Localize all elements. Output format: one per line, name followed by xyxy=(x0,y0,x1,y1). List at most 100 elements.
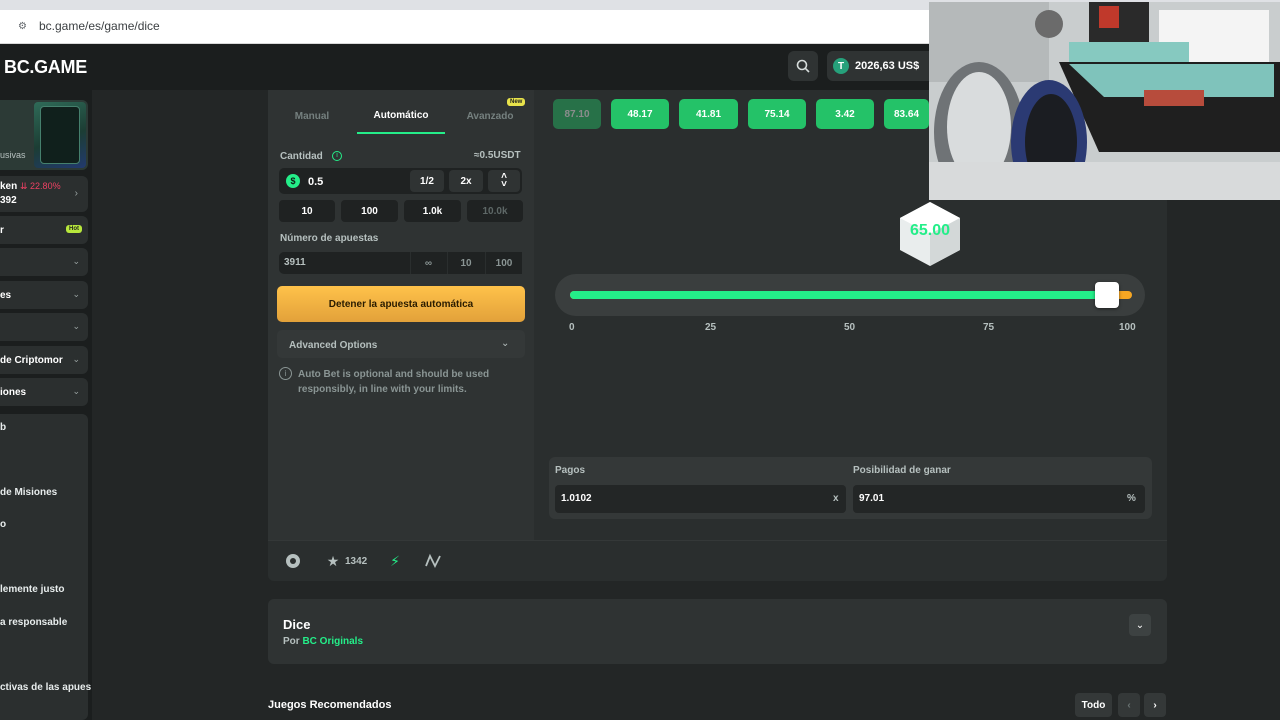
scale-label: 100 xyxy=(1119,322,1136,333)
site-info-icon[interactable]: ⚙ xyxy=(18,21,30,33)
logo[interactable]: BC.GAME xyxy=(4,57,87,78)
hot-badge: Hot xyxy=(66,225,82,233)
sidebar-link-group xyxy=(0,414,88,720)
bets-100[interactable]: 100 xyxy=(485,252,522,274)
info-icon[interactable]: i xyxy=(332,151,342,161)
webcam-overlay xyxy=(929,2,1280,200)
chevron-right-icon: › xyxy=(74,188,78,199)
sidebar-link-club[interactable]: b xyxy=(0,422,6,433)
promo-text: usivas xyxy=(0,150,26,160)
chevron-down-icon: ⌄ xyxy=(72,321,80,331)
sidebar: usivas ken ⇊ 22.80% 392 › r Hot ⌄ es ⌄ ⌄… xyxy=(0,90,92,720)
payout-unit: x xyxy=(833,493,839,504)
bets-infinite[interactable]: ∞ xyxy=(410,252,446,274)
half-button[interactable]: 1/2 xyxy=(410,170,444,192)
history-result[interactable]: 75.14 xyxy=(748,99,806,129)
chance-value[interactable]: 97.01 xyxy=(859,493,884,504)
webcam-image xyxy=(929,2,1280,200)
history-result[interactable]: 83.64 xyxy=(884,99,929,129)
chevron-right-icon: › xyxy=(1153,699,1157,711)
chevron-down-icon: ⌄ xyxy=(72,354,80,364)
sidebar-item-3[interactable]: es ⌄ xyxy=(0,281,88,309)
sidebar-item-label: r xyxy=(0,224,4,236)
sidebar-item-label: es xyxy=(0,289,12,301)
amount-value[interactable]: 0.5 xyxy=(308,176,323,188)
double-button[interactable]: 2x xyxy=(449,170,483,192)
prev-button[interactable]: ‹ xyxy=(1118,693,1140,717)
coin-icon: $ xyxy=(286,174,300,188)
star-icon[interactable]: ★ xyxy=(325,553,341,569)
quick-amount-1k[interactable]: 1.0k xyxy=(404,200,461,222)
new-badge: New xyxy=(507,98,526,106)
scale-label: 50 xyxy=(844,322,856,333)
sidebar-link-missions[interactable]: de Misiones xyxy=(0,487,57,498)
history-result[interactable]: 87.10 xyxy=(553,99,601,129)
sidebar-item-hot[interactable]: r Hot xyxy=(0,216,88,244)
quick-amount-100[interactable]: 100 xyxy=(341,200,398,222)
token-change-value: 22.80% xyxy=(30,181,61,191)
token-name: ken xyxy=(0,181,18,192)
history-result[interactable]: 48.17 xyxy=(611,99,669,129)
sidebar-link-responsible[interactable]: a responsable xyxy=(0,617,67,628)
sidebar-item-4[interactable]: ⌄ xyxy=(0,313,88,341)
sidebar-link-provably-fair[interactable]: lemente justo xyxy=(0,584,64,595)
advanced-options-label: Advanced Options xyxy=(289,340,378,351)
balance-display[interactable]: T 2026,63 US$ xyxy=(827,51,937,81)
game-provider: Por BC Originals xyxy=(283,636,363,647)
provider-link[interactable]: BC Originals xyxy=(302,636,363,647)
favorite-count: 1342 xyxy=(345,556,368,567)
scale-label: 75 xyxy=(983,322,995,333)
token-value: 392 xyxy=(0,195,17,206)
search-icon xyxy=(796,59,810,73)
bets-value[interactable]: 3911 xyxy=(284,257,306,268)
sidebar-item-crypto[interactable]: de Criptomor ⌄ xyxy=(0,346,88,374)
settings-icon[interactable] xyxy=(285,553,301,569)
chance-input[interactable] xyxy=(853,485,1145,513)
history-result[interactable]: 41.81 xyxy=(679,99,738,129)
chevron-left-icon: ‹ xyxy=(1127,699,1131,711)
chance-unit: % xyxy=(1127,493,1136,504)
lightning-icon[interactable]: ⚡ xyxy=(387,553,403,569)
tab-auto[interactable]: Automático xyxy=(357,98,445,134)
chevron-down-icon: ⌄ xyxy=(72,386,80,396)
chevron-down-icon[interactable]: ˅ xyxy=(501,180,507,190)
promo-card[interactable]: usivas xyxy=(0,100,88,170)
bets-10[interactable]: 10 xyxy=(447,252,484,274)
scale-label: 25 xyxy=(705,322,717,333)
chevron-down-icon: ⌄ xyxy=(72,256,80,266)
amount-label: Cantidad xyxy=(280,151,323,162)
promo-phone-image xyxy=(40,106,80,164)
payout-input[interactable] xyxy=(555,485,846,513)
amount-stepper[interactable]: ˄ ˅ xyxy=(488,170,520,192)
sidebar-item-2[interactable]: ⌄ xyxy=(0,248,88,276)
chevron-down-icon: ⌄ xyxy=(501,338,510,349)
sidebar-item-label: iones xyxy=(0,386,27,398)
search-button[interactable] xyxy=(788,51,818,81)
bets-label: Número de apuestas xyxy=(280,233,379,244)
info-icon: i xyxy=(279,367,292,380)
token-price-item[interactable]: ken ⇊ 22.80% 392 › xyxy=(0,176,88,212)
token-change: ⇊ 22.80% xyxy=(20,181,61,191)
quick-amount-10k[interactable]: 10.0k xyxy=(467,200,523,222)
by-prefix: Por xyxy=(283,636,300,647)
chart-icon[interactable] xyxy=(425,553,441,569)
sidebar-link-betting-rules[interactable]: ctivas de las apues xyxy=(0,682,91,693)
tab-manual[interactable]: Manual xyxy=(268,98,356,134)
scale-label: 0 xyxy=(569,322,575,333)
amount-usdt: ≈0.5USDT xyxy=(474,150,521,161)
url-text[interactable]: bc.game/es/game/dice xyxy=(39,19,160,33)
history-result[interactable]: 3.42 xyxy=(816,99,874,129)
quick-amount-10[interactable]: 10 xyxy=(279,200,335,222)
next-button[interactable]: › xyxy=(1144,693,1166,717)
view-all-button[interactable]: Todo xyxy=(1075,693,1112,717)
payout-value[interactable]: 1.0102 xyxy=(561,493,592,504)
expand-button[interactable]: ⌄ xyxy=(1129,614,1151,636)
sidebar-link-3[interactable]: o xyxy=(0,519,6,530)
slider-handle[interactable] xyxy=(1095,282,1120,308)
stop-autobet-button[interactable]: Detener la apuesta automática xyxy=(277,286,525,322)
payout-label: Pagos xyxy=(555,465,586,476)
tether-icon: T xyxy=(833,58,849,74)
sidebar-item-promotions[interactable]: iones ⌄ xyxy=(0,378,88,406)
recommended-title: Juegos Recomendados xyxy=(268,699,392,711)
chevron-down-icon: ⌄ xyxy=(72,289,80,299)
